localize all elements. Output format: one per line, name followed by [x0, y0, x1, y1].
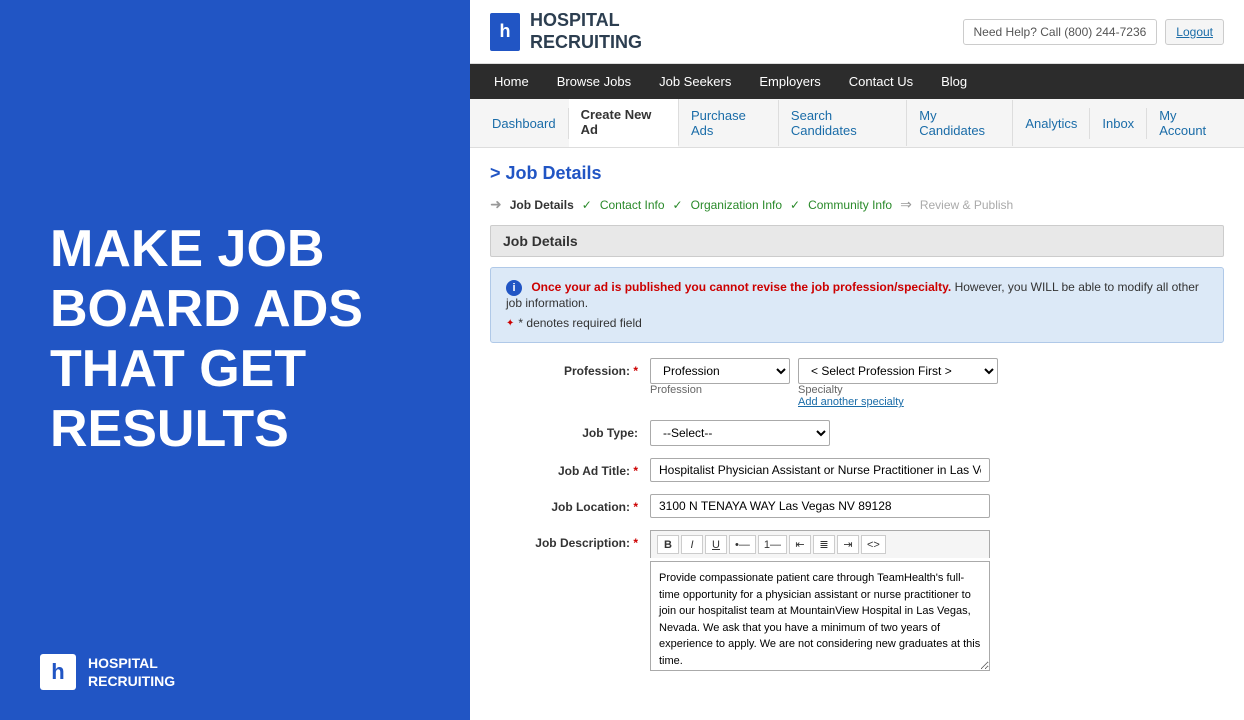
site-logo-text: HOSPITAL RECRUITING — [530, 10, 642, 53]
required-star-desc: * — [633, 536, 638, 550]
left-panel: Make Job Board Ads That Get Results h HO… — [0, 0, 470, 720]
subnav-inbox[interactable]: Inbox — [1090, 108, 1147, 139]
subnav-purchase-ads[interactable]: Purchase Ads — [679, 100, 779, 146]
tagline: Make Job Board Ads That Get Results — [50, 220, 420, 459]
steps-bar: ➜ Job Details ✓ Contact Info ✓ Organizat… — [490, 196, 1224, 213]
subnav-create-new-ad[interactable]: Create New Ad — [569, 99, 679, 147]
left-logo-text: HOSPITAL RECRUITING — [88, 654, 175, 690]
step-review-publish: Review & Publish — [920, 198, 1013, 212]
nav-contact-us[interactable]: Contact Us — [835, 64, 927, 99]
job-title-label: Job Ad Title: * — [490, 458, 650, 478]
right-panel: h HOSPITAL RECRUITING Need Help? Call (8… — [470, 0, 1244, 720]
info-message: i Once your ad is published you cannot r… — [506, 280, 1208, 310]
profession-select-wrap: Profession Profession — [650, 358, 790, 396]
toolbar-align-left[interactable]: ⇤ — [789, 535, 811, 554]
left-logo: h HOSPITAL RECRUITING — [40, 654, 175, 690]
step-org-info: Organization Info — [691, 198, 782, 212]
left-logo-icon: h — [40, 654, 76, 690]
step-community-info: Community Info — [808, 198, 892, 212]
profession-row: Profession: * Profession Profession < Se… — [490, 358, 1224, 408]
subnav-analytics[interactable]: Analytics — [1013, 108, 1090, 139]
info-icon: i — [506, 280, 522, 296]
toolbar-ol[interactable]: 1— — [758, 535, 787, 554]
specialty-sub-label: Specialty — [798, 384, 998, 396]
step-check-3: ✓ — [673, 198, 683, 212]
add-specialty-link[interactable]: Add another specialty — [798, 396, 998, 408]
required-diamond: ✦ — [506, 318, 514, 329]
profession-sub-label: Profession — [650, 384, 790, 396]
toolbar-bold[interactable]: B — [657, 535, 679, 554]
specialty-select-wrap: < Select Profession First > Specialty Ad… — [798, 358, 998, 408]
main-nav: Home Browse Jobs Job Seekers Employers C… — [470, 64, 1244, 99]
nav-job-seekers[interactable]: Job Seekers — [645, 64, 745, 99]
toolbar-ul[interactable]: •— — [729, 535, 756, 554]
section-box: Job Details — [490, 225, 1224, 257]
toolbar-italic[interactable]: I — [681, 535, 703, 554]
required-note: ✦ * denotes required field — [506, 316, 1208, 330]
site-header: h HOSPITAL RECRUITING Need Help? Call (8… — [470, 0, 1244, 64]
content-area: > Job Details ➜ Job Details ✓ Contact In… — [470, 148, 1244, 720]
site-logo: h HOSPITAL RECRUITING — [490, 10, 642, 53]
page-title: > Job Details — [490, 163, 1224, 184]
required-star-location: * — [633, 500, 638, 514]
job-type-select[interactable]: --Select-- — [650, 420, 830, 446]
profession-select[interactable]: Profession — [650, 358, 790, 384]
nav-blog[interactable]: Blog — [927, 64, 981, 99]
job-type-row: Job Type: --Select-- — [490, 420, 1224, 446]
job-location-label: Job Location: * — [490, 494, 650, 514]
toolbar-align-center[interactable]: ≣ — [813, 535, 835, 554]
toolbar-align-right[interactable]: ⇥ — [837, 535, 859, 554]
job-location-control-area — [650, 494, 1224, 518]
logout-button[interactable]: Logout — [1165, 19, 1224, 45]
specialty-select[interactable]: < Select Profession First > — [798, 358, 998, 384]
help-text: Need Help? Call (800) 244-7236 — [963, 19, 1158, 45]
subnav-my-candidates[interactable]: My Candidates — [907, 100, 1013, 146]
subnav-search-candidates[interactable]: Search Candidates — [779, 100, 907, 146]
job-desc-label: Job Description: * — [490, 530, 650, 550]
step-job-details: Job Details — [510, 198, 574, 212]
required-star-title: * — [633, 464, 638, 478]
step-contact-info: Contact Info — [600, 198, 665, 212]
job-desc-row: Job Description: * B I U •— 1— ⇤ ≣ ⇥ <> — [490, 530, 1224, 671]
job-title-row: Job Ad Title: * — [490, 458, 1224, 482]
step-arrow-1: ➜ — [490, 196, 502, 213]
nav-browse-jobs[interactable]: Browse Jobs — [543, 64, 645, 99]
step-arrow-5: ⇒ — [900, 196, 912, 213]
job-title-input[interactable] — [650, 458, 990, 482]
site-logo-icon: h — [490, 13, 520, 51]
required-star-profession: * — [633, 364, 638, 378]
job-desc-control-area: B I U •— 1— ⇤ ≣ ⇥ <> — [650, 530, 1224, 671]
profession-control-area: Profession Profession < Select Professio… — [650, 358, 1224, 408]
nav-home[interactable]: Home — [480, 64, 543, 99]
profession-inputs: Profession Profession < Select Professio… — [650, 358, 1224, 408]
toolbar-underline[interactable]: U — [705, 535, 727, 554]
job-location-input[interactable] — [650, 494, 990, 518]
step-check-4: ✓ — [790, 198, 800, 212]
job-location-row: Job Location: * — [490, 494, 1224, 518]
job-title-control-area — [650, 458, 1224, 482]
profession-label: Profession: * — [490, 358, 650, 378]
job-desc-textarea[interactable] — [650, 561, 990, 671]
header-right: Need Help? Call (800) 244-7236 Logout — [963, 19, 1224, 45]
info-box: i Once your ad is published you cannot r… — [490, 267, 1224, 343]
sub-nav: Dashboard Create New Ad Purchase Ads Sea… — [470, 99, 1244, 148]
job-type-label: Job Type: — [490, 420, 650, 440]
subnav-my-account[interactable]: My Account — [1147, 100, 1234, 146]
toolbar-source[interactable]: <> — [861, 535, 886, 554]
desc-toolbar: B I U •— 1— ⇤ ≣ ⇥ <> — [650, 530, 990, 558]
info-message-text: Once your ad is published you cannot rev… — [506, 280, 1199, 310]
job-type-control-area: --Select-- — [650, 420, 1224, 446]
nav-employers[interactable]: Employers — [745, 64, 834, 99]
subnav-dashboard[interactable]: Dashboard — [480, 108, 569, 139]
step-check-2: ✓ — [582, 198, 592, 212]
